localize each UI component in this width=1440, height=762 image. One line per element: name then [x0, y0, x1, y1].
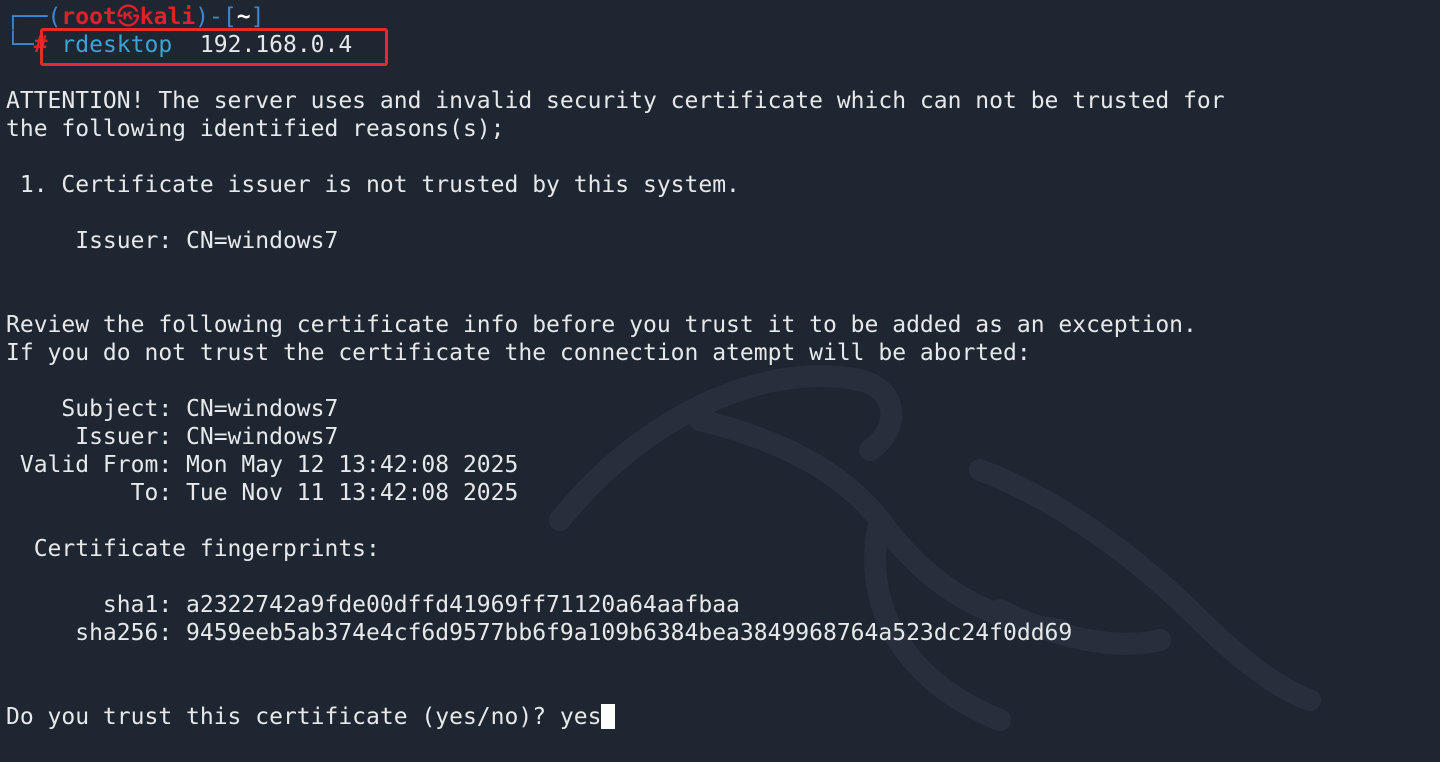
skull-icon: ㉿: [116, 4, 140, 30]
prompt-decor-mid: )-[: [195, 4, 237, 30]
prompt-decor-top: ┌──(: [6, 4, 62, 30]
reason-issuer: Issuer: CN=windows7: [6, 228, 339, 254]
prompt-decor-bottom: └─: [6, 32, 34, 58]
attention-line-1: ATTENTION! The server uses and invalid s…: [6, 88, 1225, 114]
prompt-host: kali: [139, 4, 196, 30]
terminal-output: ┌──(root㉿kali)-[~] └─# rdesktop 192.168.…: [6, 3, 1225, 731]
cert-valid-to: To: Tue Nov 11 13:42:08 2025: [6, 480, 519, 506]
review-line-2: If you do not trust the certificate the …: [6, 340, 1031, 366]
fingerprint-sha1: sha1: a2322742a9fde00dffd41969ff71120a64…: [6, 592, 740, 618]
review-line-1: Review the following certificate info be…: [6, 312, 1197, 338]
text-cursor: [601, 704, 616, 729]
cert-subject: Subject: CN=windows7: [6, 396, 339, 422]
prompt-line: ┌──(root㉿kali)-[~]: [6, 3, 1225, 31]
prompt-directory: ~: [236, 4, 251, 30]
fingerprint-sha256: sha256: 9459eeb5ab374e4cf6d9577bb6f9a109…: [6, 620, 1073, 646]
trust-prompt-line[interactable]: Do you trust this certificate (yes/no)? …: [6, 703, 1225, 731]
attention-line-2: the following identified reasons(s);: [6, 116, 505, 142]
cert-valid-from: Valid From: Mon May 12 13:42:08 2025: [6, 452, 519, 478]
prompt-decor-close: ]: [250, 4, 265, 30]
terminal-window[interactable]: ┌──(root㉿kali)-[~] └─# rdesktop 192.168.…: [0, 0, 1440, 762]
prompt-user: root: [61, 4, 117, 30]
trust-question: Do you trust this certificate (yes/no)?: [6, 704, 560, 730]
trust-answer-input[interactable]: yes: [560, 704, 602, 730]
cert-issuer: Issuer: CN=windows7: [6, 424, 339, 450]
fingerprints-heading: Certificate fingerprints:: [6, 536, 380, 562]
reason-1: 1. Certificate issuer is not trusted by …: [6, 172, 740, 198]
command-highlight-box: [40, 28, 388, 66]
